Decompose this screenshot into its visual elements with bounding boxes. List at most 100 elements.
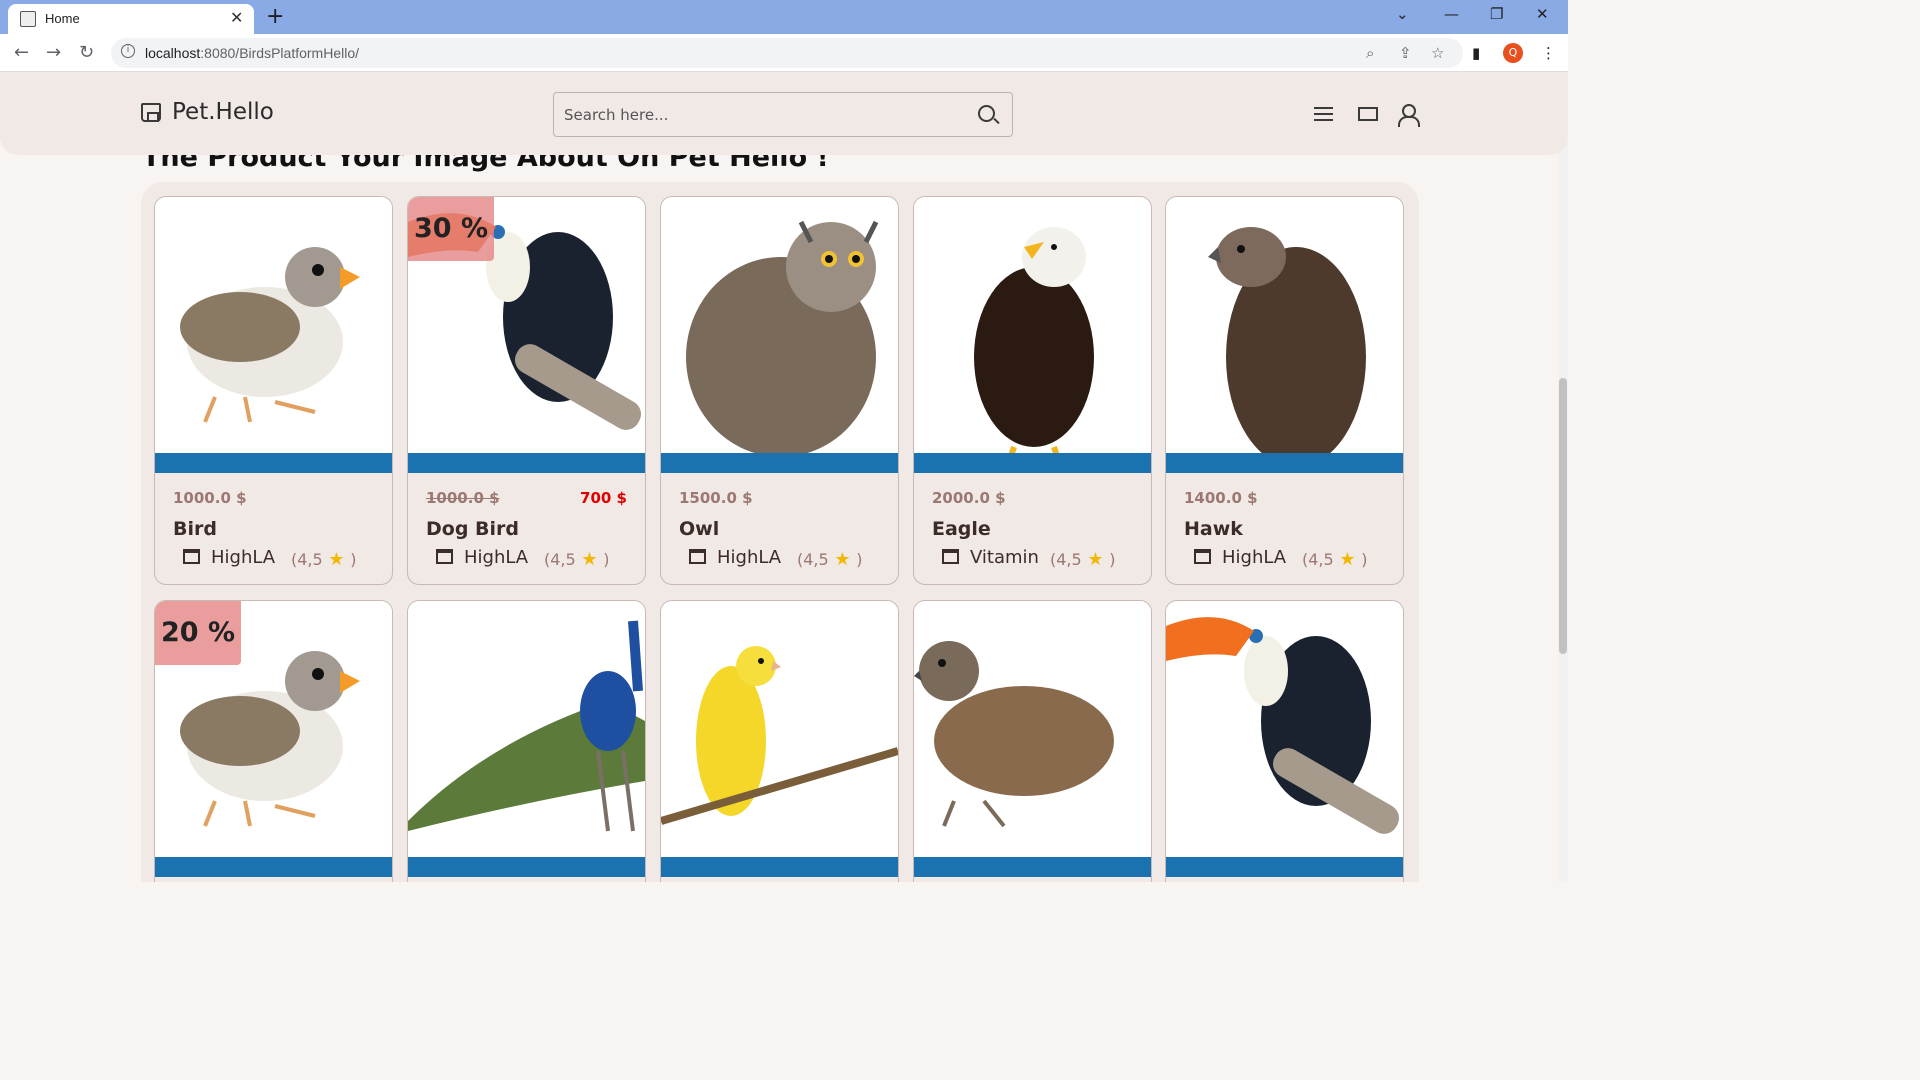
new-tab-icon[interactable]: + <box>266 4 284 29</box>
product-rating: (4,5 ★ ) <box>544 549 610 570</box>
tab-favicon-icon <box>20 11 36 27</box>
star-icon: ★ <box>575 549 604 570</box>
page-content: Pet.Hello The Product Your Image About O… <box>0 72 1568 882</box>
product-card[interactable]: 1000.0 $ Bird HighLA (4,5 ★ ) <box>154 196 393 585</box>
shop-name[interactable]: HighLA <box>211 547 275 568</box>
product-card[interactable]: 20 % <box>154 600 393 882</box>
browser-toolbar: ← → ↻ i localhost:8080/BirdsPlatformHell… <box>0 34 1568 72</box>
product-name[interactable]: Bird <box>173 518 217 540</box>
site-logo[interactable]: Pet.Hello <box>172 99 274 125</box>
product-rating: (4,5 ★ ) <box>797 549 863 570</box>
product-rating: (4,5 ★ ) <box>1050 549 1116 570</box>
page-scrollbar[interactable] <box>1558 72 1568 882</box>
zoom-icon[interactable]: ⌕ <box>1366 44 1374 62</box>
product-name[interactable]: Hawk <box>1184 518 1243 540</box>
product-image[interactable] <box>155 197 392 473</box>
product-card[interactable]: 1500.0 $ Owl HighLA (4,5 ★ ) <box>660 196 899 585</box>
image-watermark-strip <box>914 453 1151 473</box>
product-price: 1400.0 $ <box>1184 489 1258 507</box>
address-bar[interactable]: i localhost:8080/BirdsPlatformHello/ ⌕ ⇪… <box>111 38 1463 68</box>
back-icon[interactable]: ← <box>14 42 29 63</box>
site-info-icon[interactable]: i <box>121 44 135 58</box>
image-watermark-strip <box>661 857 898 877</box>
tab-close-icon[interactable]: ✕ <box>230 8 243 27</box>
product-grid: 1000.0 $ Bird HighLA (4,5 ★ ) 30 % 1000.0 $ 70… <box>141 182 1419 882</box>
browser-tabstrip: Home ✕ + ⌄ — ❐ ✕ <box>0 0 1568 34</box>
profile-avatar[interactable]: Q <box>1503 43 1523 63</box>
product-card[interactable] <box>1165 600 1404 882</box>
shop-name[interactable]: HighLA <box>1222 547 1286 568</box>
product-card[interactable] <box>407 600 646 882</box>
share-icon[interactable]: ⇪ <box>1399 44 1412 62</box>
star-icon: ★ <box>1081 549 1110 570</box>
forward-icon[interactable]: → <box>46 42 61 63</box>
product-card[interactable]: 30 % 1000.0 $ 700 $ Dog Bird HighLA (4,5 ★ ) <box>407 196 646 585</box>
rating-value: (4,5 <box>797 550 829 569</box>
product-image[interactable] <box>1166 601 1403 877</box>
product-rating: (4,5 ★ ) <box>1302 549 1368 570</box>
shop-icon <box>1194 549 1211 564</box>
rating-close: ) <box>856 550 863 569</box>
product-name[interactable]: Dog Bird <box>426 518 519 540</box>
product-image[interactable] <box>914 601 1151 877</box>
shop-name[interactable]: HighLA <box>717 547 781 568</box>
product-price: 1000.0 $ <box>426 489 500 507</box>
image-watermark-strip <box>1166 453 1403 473</box>
discount-badge: 20 % <box>155 601 241 665</box>
product-sale-price: 700 $ <box>580 489 627 507</box>
shop-icon <box>436 549 453 564</box>
bookmark-star-icon[interactable]: ☆ <box>1431 44 1444 62</box>
product-image[interactable] <box>1166 197 1403 473</box>
discount-badge: 30 % <box>408 197 494 261</box>
rating-close: ) <box>603 550 610 569</box>
rating-value: (4,5 <box>291 550 323 569</box>
image-watermark-strip <box>155 857 392 877</box>
restore-icon[interactable]: ❐ <box>1490 5 1503 23</box>
rating-close: ) <box>1109 550 1116 569</box>
product-card[interactable]: 2000.0 $ Eagle Vitamin (4,5 ★ ) <box>913 196 1152 585</box>
image-watermark-strip <box>1166 857 1403 877</box>
rating-value: (4,5 <box>1050 550 1082 569</box>
product-image[interactable] <box>408 601 645 877</box>
scrollbar-thumb[interactable] <box>1559 378 1567 654</box>
rating-value: (4,5 <box>544 550 576 569</box>
search-icon[interactable] <box>978 105 995 122</box>
product-name[interactable]: Eagle <box>932 518 991 540</box>
shop-name[interactable]: HighLA <box>464 547 528 568</box>
menu-icon[interactable] <box>1314 104 1336 126</box>
image-watermark-strip <box>408 857 645 877</box>
shop-name[interactable]: Vitamin <box>970 547 1039 568</box>
reload-icon[interactable]: ↻ <box>79 42 94 63</box>
user-icon[interactable] <box>1397 104 1420 127</box>
product-name[interactable]: Owl <box>679 518 719 540</box>
product-card[interactable]: 1400.0 $ Hawk HighLA (4,5 ★ ) <box>1165 196 1404 585</box>
product-card[interactable] <box>660 600 899 882</box>
product-price: 2000.0 $ <box>932 489 1006 507</box>
star-icon: ★ <box>1333 549 1362 570</box>
product-rating: (4,5 ★ ) <box>291 549 357 570</box>
search-input[interactable] <box>564 103 964 127</box>
image-watermark-strip <box>155 453 392 473</box>
browser-menu-icon[interactable]: ⋮ <box>1541 44 1556 62</box>
browser-tab[interactable]: Home ✕ <box>8 4 254 34</box>
product-card[interactable] <box>913 600 1152 882</box>
store-logo-icon[interactable] <box>141 103 161 122</box>
product-price: 1000.0 $ <box>173 489 247 507</box>
search-box <box>553 92 1013 137</box>
shop-icon <box>183 549 200 564</box>
cart-icon[interactable] <box>1355 104 1378 126</box>
minimize-icon[interactable]: — <box>1444 5 1459 23</box>
side-panel-icon[interactable]: ▮ <box>1472 44 1480 62</box>
image-watermark-strip <box>408 453 645 473</box>
close-window-icon[interactable]: ✕ <box>1536 5 1549 23</box>
star-icon: ★ <box>828 549 857 570</box>
rating-value: (4,5 <box>1302 550 1334 569</box>
tab-title: Home <box>45 11 80 26</box>
product-image[interactable] <box>661 197 898 473</box>
product-image[interactable] <box>914 197 1151 473</box>
star-icon: ★ <box>322 549 351 570</box>
image-watermark-strip <box>661 453 898 473</box>
image-watermark-strip <box>914 857 1151 877</box>
tab-search-chevron-icon[interactable]: ⌄ <box>1396 5 1409 23</box>
product-image[interactable] <box>661 601 898 877</box>
